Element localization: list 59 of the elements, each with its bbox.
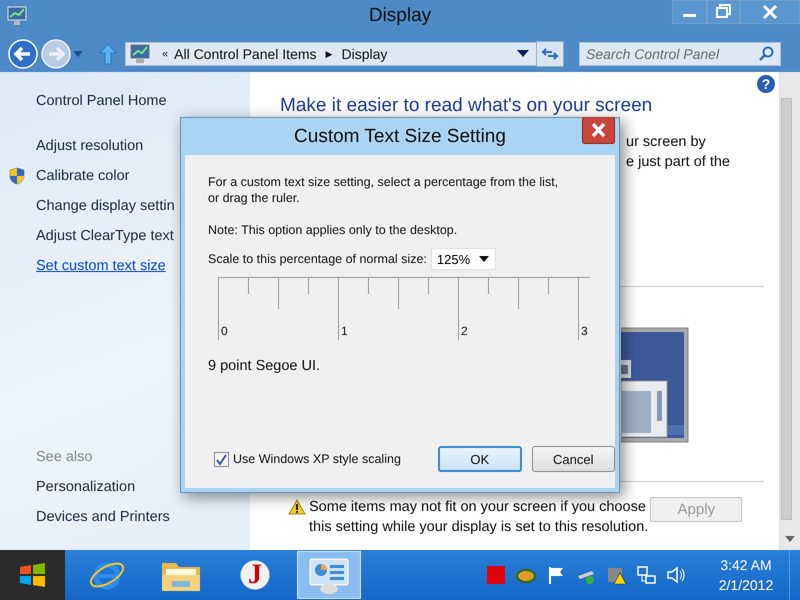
maximize-button[interactable] <box>707 0 740 24</box>
sidebar-link[interactable]: Personalization <box>36 472 136 502</box>
dropdown-icon[interactable] <box>478 256 489 262</box>
wired-network-icon[interactable] <box>635 564 657 586</box>
instruction-text: or drag the ruler. <box>208 190 301 206</box>
dialog-title: Custom Text Size Setting <box>294 126 506 148</box>
up-arrow-icon[interactable] <box>99 42 117 64</box>
taskbar-button[interactable] <box>297 551 361 599</box>
body-text: e just part of the <box>626 153 731 172</box>
field-label: Scale to this percentage of normal size: <box>208 251 427 267</box>
ruler[interactable] <box>218 277 591 341</box>
ruler-label: 2 <box>461 324 468 338</box>
breadcrumb[interactable]: All Control Panel Items <box>174 46 317 62</box>
speaker-icon[interactable] <box>665 564 687 586</box>
warning-text: this setting while your display is set to this resolution. <box>309 518 648 537</box>
breadcrumb-separator[interactable]: ▶ <box>326 48 333 58</box>
close-button[interactable] <box>582 117 615 144</box>
window-title: Display <box>368 5 432 27</box>
sidebar-link[interactable]: Devices and Printers <box>36 502 170 532</box>
dropdown-icon[interactable] <box>517 50 529 57</box>
sidebar-link[interactable]: Set custom text size <box>36 251 166 281</box>
page-heading: Make it easier to read what's on your screen <box>280 96 652 116</box>
body-text: ur screen by <box>626 133 707 152</box>
search-field[interactable]: Search Control Panel <box>579 42 781 66</box>
scrollbar[interactable] <box>779 72 800 550</box>
sample-text: 9 point Segoe UI. <box>208 358 322 374</box>
warning-icon <box>288 499 306 515</box>
breadcrumb[interactable]: Display <box>342 46 388 62</box>
checkbox-label[interactable]: Use Windows XP style scaling <box>233 451 401 467</box>
search-icon[interactable] <box>758 46 774 62</box>
sidebar-link[interactable]: Adjust ClearType text <box>36 221 174 251</box>
ruler-label: 1 <box>341 324 348 338</box>
start-button[interactable] <box>0 550 65 600</box>
sidebar-link[interactable]: Adjust resolution <box>36 131 144 161</box>
percentage-dropdown[interactable]: 125% <box>430 248 496 270</box>
section-heading: See also <box>36 448 92 467</box>
sidebar-link[interactable]: Change display settin <box>36 191 175 221</box>
monitor-icon <box>130 44 150 64</box>
monitor-icon <box>6 5 28 27</box>
sidebar-link[interactable]: Calibrate color <box>36 161 130 191</box>
refresh-button[interactable] <box>536 40 564 66</box>
minimize-button[interactable] <box>672 0 707 24</box>
sidebar-link[interactable]: Control Panel Home <box>36 86 167 116</box>
ok-button[interactable]: OK <box>438 446 522 472</box>
warning-text: Some items may not fit on your screen if you choose <box>309 498 647 517</box>
clock[interactable]: 3:42 AM 2/1/2012 <box>709 555 783 595</box>
checkbox[interactable] <box>214 452 229 466</box>
ruler-label: 0 <box>221 324 228 338</box>
address-bar[interactable]: « All Control Panel Items ▶ Display <box>125 42 537 66</box>
instruction-text: For a custom text size setting, select a percentage from the list, <box>208 174 560 190</box>
help-button[interactable]: ? <box>757 75 775 93</box>
scrollbar-thumb[interactable] <box>781 98 792 520</box>
forward-button[interactable] <box>41 38 71 68</box>
note-text: Note: This option applies only to the desktop. <box>208 222 458 238</box>
down-arrow-icon[interactable] <box>785 536 795 542</box>
cancel-button[interactable]: Cancel <box>532 446 615 472</box>
overflow-chevron[interactable]: « <box>162 48 168 60</box>
ruler-label: 3 <box>581 324 588 338</box>
back-button[interactable] <box>8 38 38 68</box>
